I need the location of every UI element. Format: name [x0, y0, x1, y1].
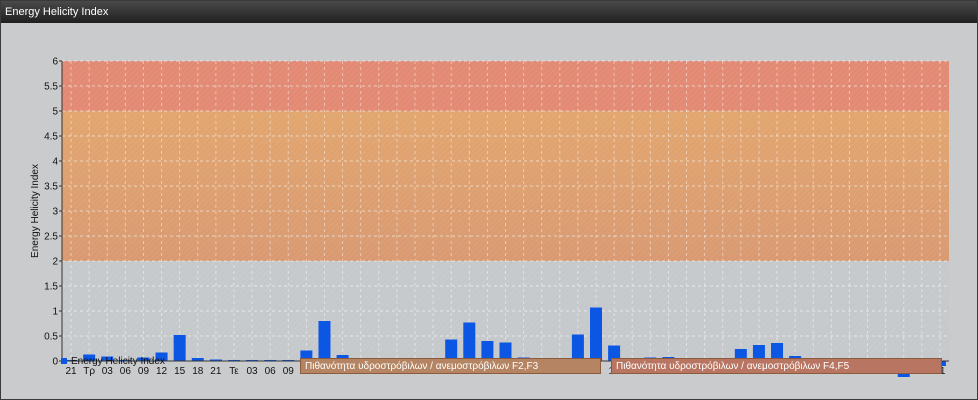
- y-tick-label: 0: [52, 357, 58, 368]
- bar: [173, 335, 186, 361]
- y-tick-label: 1: [52, 307, 58, 318]
- x-tick-label: 03: [247, 366, 259, 377]
- x-tick-label: 21: [210, 366, 222, 377]
- y-tick-label: 2: [52, 257, 58, 268]
- y-tick-label: 1.5: [44, 282, 58, 293]
- x-tick-label: 15: [174, 366, 186, 377]
- x-tick-label: 06: [265, 366, 277, 377]
- x-tick-label: Τε: [229, 366, 239, 377]
- y-tick-label: 3: [52, 207, 58, 218]
- y-axis-label: Energy Helicity Index: [30, 164, 41, 258]
- y-tick-label: 3.5: [44, 182, 58, 193]
- y-tick-label: 6: [52, 57, 58, 68]
- ehi-chart: 00.511.522.533.544.555.5621 Τρ 03 06 09 12 15 1…: [30, 57, 949, 377]
- x-tick-label: 18: [192, 366, 204, 377]
- bar: [463, 322, 476, 361]
- bar: [590, 307, 603, 361]
- y-tick-label: 5: [52, 107, 58, 118]
- y-tick-label: 2.5: [44, 232, 58, 243]
- legend-swatch-icon: [61, 358, 67, 364]
- y-tick-label: 0.5: [44, 332, 58, 343]
- prob-f2f3-legend: Πιθανότητα υδροστρόβιλων / ανεμοστρόβιλω…: [300, 358, 601, 374]
- legend-ehi-label: Energy Helicity Index: [71, 355, 165, 367]
- legend-ehi[interactable]: Energy Helicity Index: [61, 353, 165, 369]
- prob-f4f5-legend: Πιθανότητα υδροστρόβιλων / ανεμοστρόβιλω…: [611, 358, 942, 374]
- bar: [318, 321, 331, 361]
- y-tick-label: 5.5: [44, 82, 58, 93]
- y-tick-label: 4: [52, 157, 58, 168]
- y-tick-label: 4.5: [44, 132, 58, 143]
- chart-window: Energy Helicity Index 0 0.5 1 1.5 2 2.5 3 3.5 4 4…: [0, 0, 978, 400]
- window-title: Energy Helicity Index: [1, 1, 977, 23]
- x-tick-label: 09: [283, 366, 295, 377]
